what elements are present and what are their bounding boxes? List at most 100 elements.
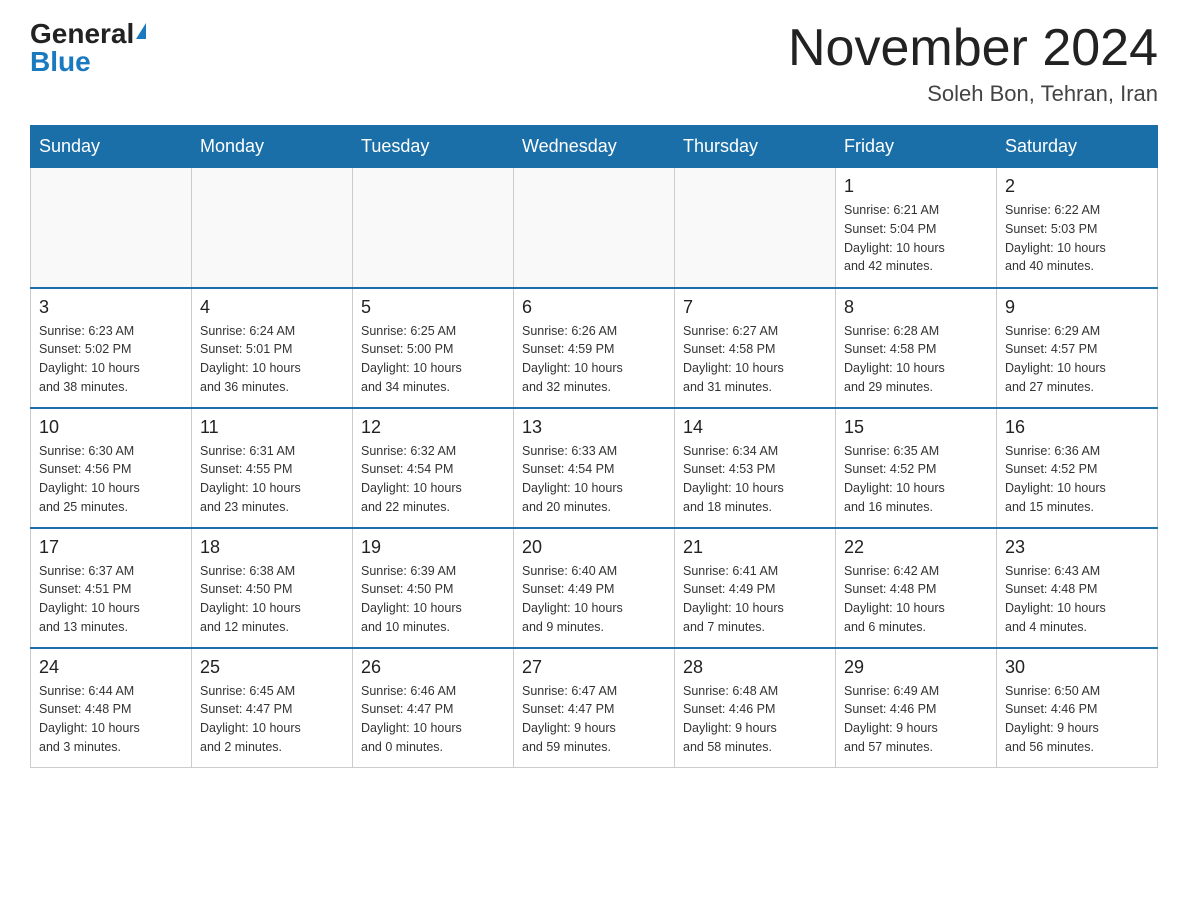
calendar-cell [514, 168, 675, 288]
day-info: Sunrise: 6:29 AM Sunset: 4:57 PM Dayligh… [1005, 322, 1149, 397]
day-number: 8 [844, 297, 988, 318]
calendar-cell: 14 Sunrise: 6:34 AM Sunset: 4:53 PM Dayli… [675, 408, 836, 528]
day-info: Sunrise: 6:47 AM Sunset: 4:47 PM Dayligh… [522, 682, 666, 757]
day-info: Sunrise: 6:35 AM Sunset: 4:52 PM Dayligh… [844, 442, 988, 517]
calendar-cell: 27 Sunrise: 6:47 AM Sunset: 4:47 PM Dayli… [514, 648, 675, 768]
calendar-cell [31, 168, 192, 288]
weekday-header-row: SundayMondayTuesdayWednesdayThursdayFrid… [31, 126, 1158, 168]
logo-blue-text: Blue [30, 48, 91, 76]
day-number: 11 [200, 417, 344, 438]
title-area: November 2024 Soleh Bon, Tehran, Iran [788, 20, 1158, 107]
header: General Blue November 2024 Soleh Bon, Te… [30, 20, 1158, 107]
day-number: 26 [361, 657, 505, 678]
day-info: Sunrise: 6:39 AM Sunset: 4:50 PM Dayligh… [361, 562, 505, 637]
day-number: 27 [522, 657, 666, 678]
month-title: November 2024 [788, 20, 1158, 77]
day-number: 3 [39, 297, 183, 318]
calendar-cell: 11Sunrise: 6:31 AM Sunset: 4:55 PM Dayli… [192, 408, 353, 528]
logo: General Blue [30, 20, 146, 76]
calendar-cell: 7Sunrise: 6:27 AM Sunset: 4:58 PM Daylig… [675, 288, 836, 408]
day-number: 18 [200, 537, 344, 558]
weekday-header-wednesday: Wednesday [514, 126, 675, 168]
weekday-header-tuesday: Tuesday [353, 126, 514, 168]
calendar-cell: 5Sunrise: 6:25 AM Sunset: 5:00 PM Daylig… [353, 288, 514, 408]
calendar-cell: 12 Sunrise: 6:32 AM Sunset: 4:54 PM Dayli… [353, 408, 514, 528]
day-info: Sunrise: 6:26 AM Sunset: 4:59 PM Dayligh… [522, 322, 666, 397]
weekday-header-sunday: Sunday [31, 126, 192, 168]
day-number: 19 [361, 537, 505, 558]
day-number: 7 [683, 297, 827, 318]
day-info: Sunrise: 6:40 AM Sunset: 4:49 PM Dayligh… [522, 562, 666, 637]
day-info: Sunrise: 6:28 AM Sunset: 4:58 PM Dayligh… [844, 322, 988, 397]
calendar-cell: 20 Sunrise: 6:40 AM Sunset: 4:49 PM Dayli… [514, 528, 675, 648]
calendar-cell: 10 Sunrise: 6:30 AM Sunset: 4:56 PM Dayli… [31, 408, 192, 528]
calendar-cell [353, 168, 514, 288]
weekday-header-saturday: Saturday [997, 126, 1158, 168]
week-row-4: 17Sunrise: 6:37 AM Sunset: 4:51 PM Dayli… [31, 528, 1158, 648]
day-number: 15 [844, 417, 988, 438]
day-number: 6 [522, 297, 666, 318]
day-info: Sunrise: 6:41 AM Sunset: 4:49 PM Dayligh… [683, 562, 827, 637]
day-number: 23 [1005, 537, 1149, 558]
day-info: Sunrise: 6:37 AM Sunset: 4:51 PM Dayligh… [39, 562, 183, 637]
day-number: 4 [200, 297, 344, 318]
week-row-3: 10 Sunrise: 6:30 AM Sunset: 4:56 PM Dayli… [31, 408, 1158, 528]
day-info: Sunrise: 6:22 AM Sunset: 5:03 PM Dayligh… [1005, 201, 1149, 276]
calendar-cell: 9 Sunrise: 6:29 AM Sunset: 4:57 PM Daylig… [997, 288, 1158, 408]
day-number: 9 [1005, 297, 1149, 318]
day-info: Sunrise: 6:36 AM Sunset: 4:52 PM Dayligh… [1005, 442, 1149, 517]
calendar-cell: 22 Sunrise: 6:42 AM Sunset: 4:48 PM Dayli… [836, 528, 997, 648]
day-info: Sunrise: 6:30 AM Sunset: 4:56 PM Dayligh… [39, 442, 183, 517]
day-number: 2 [1005, 176, 1149, 197]
logo-general-text: General [30, 20, 134, 48]
day-number: 10 [39, 417, 183, 438]
day-info: Sunrise: 6:50 AM Sunset: 4:46 PM Dayligh… [1005, 682, 1149, 757]
calendar-cell: 19 Sunrise: 6:39 AM Sunset: 4:50 PM Dayli… [353, 528, 514, 648]
day-number: 29 [844, 657, 988, 678]
day-number: 12 [361, 417, 505, 438]
day-info: Sunrise: 6:21 AM Sunset: 5:04 PM Dayligh… [844, 201, 988, 276]
calendar-cell: 16 Sunrise: 6:36 AM Sunset: 4:52 PM Dayli… [997, 408, 1158, 528]
day-info: Sunrise: 6:46 AM Sunset: 4:47 PM Dayligh… [361, 682, 505, 757]
day-number: 25 [200, 657, 344, 678]
day-info: Sunrise: 6:34 AM Sunset: 4:53 PM Dayligh… [683, 442, 827, 517]
day-info: Sunrise: 6:44 AM Sunset: 4:48 PM Dayligh… [39, 682, 183, 757]
day-info: Sunrise: 6:33 AM Sunset: 4:54 PM Dayligh… [522, 442, 666, 517]
calendar-cell: 23 Sunrise: 6:43 AM Sunset: 4:48 PM Dayli… [997, 528, 1158, 648]
day-number: 5 [361, 297, 505, 318]
day-info: Sunrise: 6:23 AM Sunset: 5:02 PM Dayligh… [39, 322, 183, 397]
week-row-1: 1 Sunrise: 6:21 AM Sunset: 5:04 PM Daylig… [31, 168, 1158, 288]
day-info: Sunrise: 6:32 AM Sunset: 4:54 PM Dayligh… [361, 442, 505, 517]
day-number: 16 [1005, 417, 1149, 438]
calendar-cell: 25 Sunrise: 6:45 AM Sunset: 4:47 PM Dayli… [192, 648, 353, 768]
day-number: 20 [522, 537, 666, 558]
calendar-table: SundayMondayTuesdayWednesdayThursdayFrid… [30, 125, 1158, 768]
calendar-cell: 29Sunrise: 6:49 AM Sunset: 4:46 PM Dayli… [836, 648, 997, 768]
calendar-cell: 15 Sunrise: 6:35 AM Sunset: 4:52 PM Dayli… [836, 408, 997, 528]
day-info: Sunrise: 6:42 AM Sunset: 4:48 PM Dayligh… [844, 562, 988, 637]
calendar-cell: 3 Sunrise: 6:23 AM Sunset: 5:02 PM Daylig… [31, 288, 192, 408]
calendar-cell [192, 168, 353, 288]
calendar-cell: 30 Sunrise: 6:50 AM Sunset: 4:46 PM Dayli… [997, 648, 1158, 768]
day-number: 22 [844, 537, 988, 558]
calendar-cell: 17Sunrise: 6:37 AM Sunset: 4:51 PM Dayli… [31, 528, 192, 648]
calendar-cell: 21Sunrise: 6:41 AM Sunset: 4:49 PM Dayli… [675, 528, 836, 648]
calendar-cell: 26 Sunrise: 6:46 AM Sunset: 4:47 PM Dayli… [353, 648, 514, 768]
day-info: Sunrise: 6:24 AM Sunset: 5:01 PM Dayligh… [200, 322, 344, 397]
calendar-cell: 28 Sunrise: 6:48 AM Sunset: 4:46 PM Dayli… [675, 648, 836, 768]
day-number: 28 [683, 657, 827, 678]
weekday-header-monday: Monday [192, 126, 353, 168]
day-info: Sunrise: 6:48 AM Sunset: 4:46 PM Dayligh… [683, 682, 827, 757]
calendar-cell: 4 Sunrise: 6:24 AM Sunset: 5:01 PM Daylig… [192, 288, 353, 408]
week-row-2: 3 Sunrise: 6:23 AM Sunset: 5:02 PM Daylig… [31, 288, 1158, 408]
day-number: 14 [683, 417, 827, 438]
day-number: 1 [844, 176, 988, 197]
calendar-cell: 18Sunrise: 6:38 AM Sunset: 4:50 PM Dayli… [192, 528, 353, 648]
calendar-cell: 24Sunrise: 6:44 AM Sunset: 4:48 PM Dayli… [31, 648, 192, 768]
week-row-5: 24Sunrise: 6:44 AM Sunset: 4:48 PM Dayli… [31, 648, 1158, 768]
logo-triangle-icon [136, 23, 146, 39]
day-number: 30 [1005, 657, 1149, 678]
day-info: Sunrise: 6:43 AM Sunset: 4:48 PM Dayligh… [1005, 562, 1149, 637]
day-info: Sunrise: 6:45 AM Sunset: 4:47 PM Dayligh… [200, 682, 344, 757]
calendar-cell: 8 Sunrise: 6:28 AM Sunset: 4:58 PM Daylig… [836, 288, 997, 408]
